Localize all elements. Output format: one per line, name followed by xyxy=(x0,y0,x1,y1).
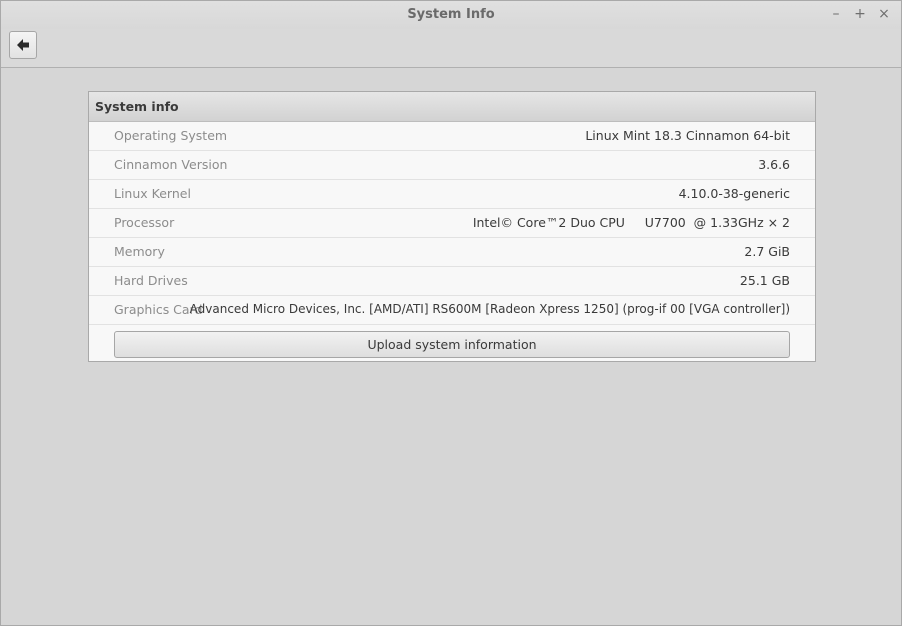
info-row-memory: Memory 2.7 GiB xyxy=(89,238,815,267)
close-button[interactable]: × xyxy=(875,5,893,23)
title-bar[interactable]: System Info – + × xyxy=(1,1,901,29)
upload-row: Upload system information xyxy=(89,325,815,363)
minimize-button[interactable]: – xyxy=(827,5,845,23)
panel-header: System info xyxy=(89,92,815,122)
info-label: Memory xyxy=(114,244,165,259)
system-info-window: System Info – + × System info Operating … xyxy=(0,0,902,626)
window-title: System Info xyxy=(407,7,495,22)
info-row-linux-kernel: Linux Kernel 4.10.0-38-generic xyxy=(89,180,815,209)
info-value: 4.10.0-38-generic xyxy=(678,186,790,201)
panel-title: System info xyxy=(95,99,179,114)
info-value: 25.1 GB xyxy=(739,273,790,288)
info-value: Linux Mint 18.3 Cinnamon 64-bit xyxy=(585,128,790,143)
info-label: Processor xyxy=(114,215,175,230)
info-row-hard-drives: Hard Drives 25.1 GB xyxy=(89,267,815,296)
info-row-cinnamon-version: Cinnamon Version 3.6.6 xyxy=(89,151,815,180)
info-row-graphics-card: Graphics Card Advanced Micro Devices, In… xyxy=(89,296,815,325)
info-label: Cinnamon Version xyxy=(114,157,228,172)
maximize-button[interactable]: + xyxy=(851,5,869,23)
info-value: Advanced Micro Devices, Inc. [AMD/ATI] R… xyxy=(189,302,790,316)
info-label: Linux Kernel xyxy=(114,186,191,201)
toolbar xyxy=(1,29,901,68)
upload-system-information-button[interactable]: Upload system information xyxy=(114,331,790,358)
info-value: 3.6.6 xyxy=(758,157,790,172)
info-value: Intel© Core™2 Duo CPU U7700 @ 1.33GHz × … xyxy=(472,215,790,230)
info-row-operating-system: Operating System Linux Mint 18.3 Cinnamo… xyxy=(89,122,815,151)
back-arrow-icon xyxy=(17,39,29,51)
info-row-processor: Processor Intel© Core™2 Duo CPU U7700 @ … xyxy=(89,209,815,238)
system-info-panel: System info Operating System Linux Mint … xyxy=(88,91,816,362)
back-button[interactable] xyxy=(9,31,37,59)
info-label: Operating System xyxy=(114,128,228,143)
info-label: Hard Drives xyxy=(114,273,188,288)
info-value: 2.7 GiB xyxy=(744,244,790,259)
